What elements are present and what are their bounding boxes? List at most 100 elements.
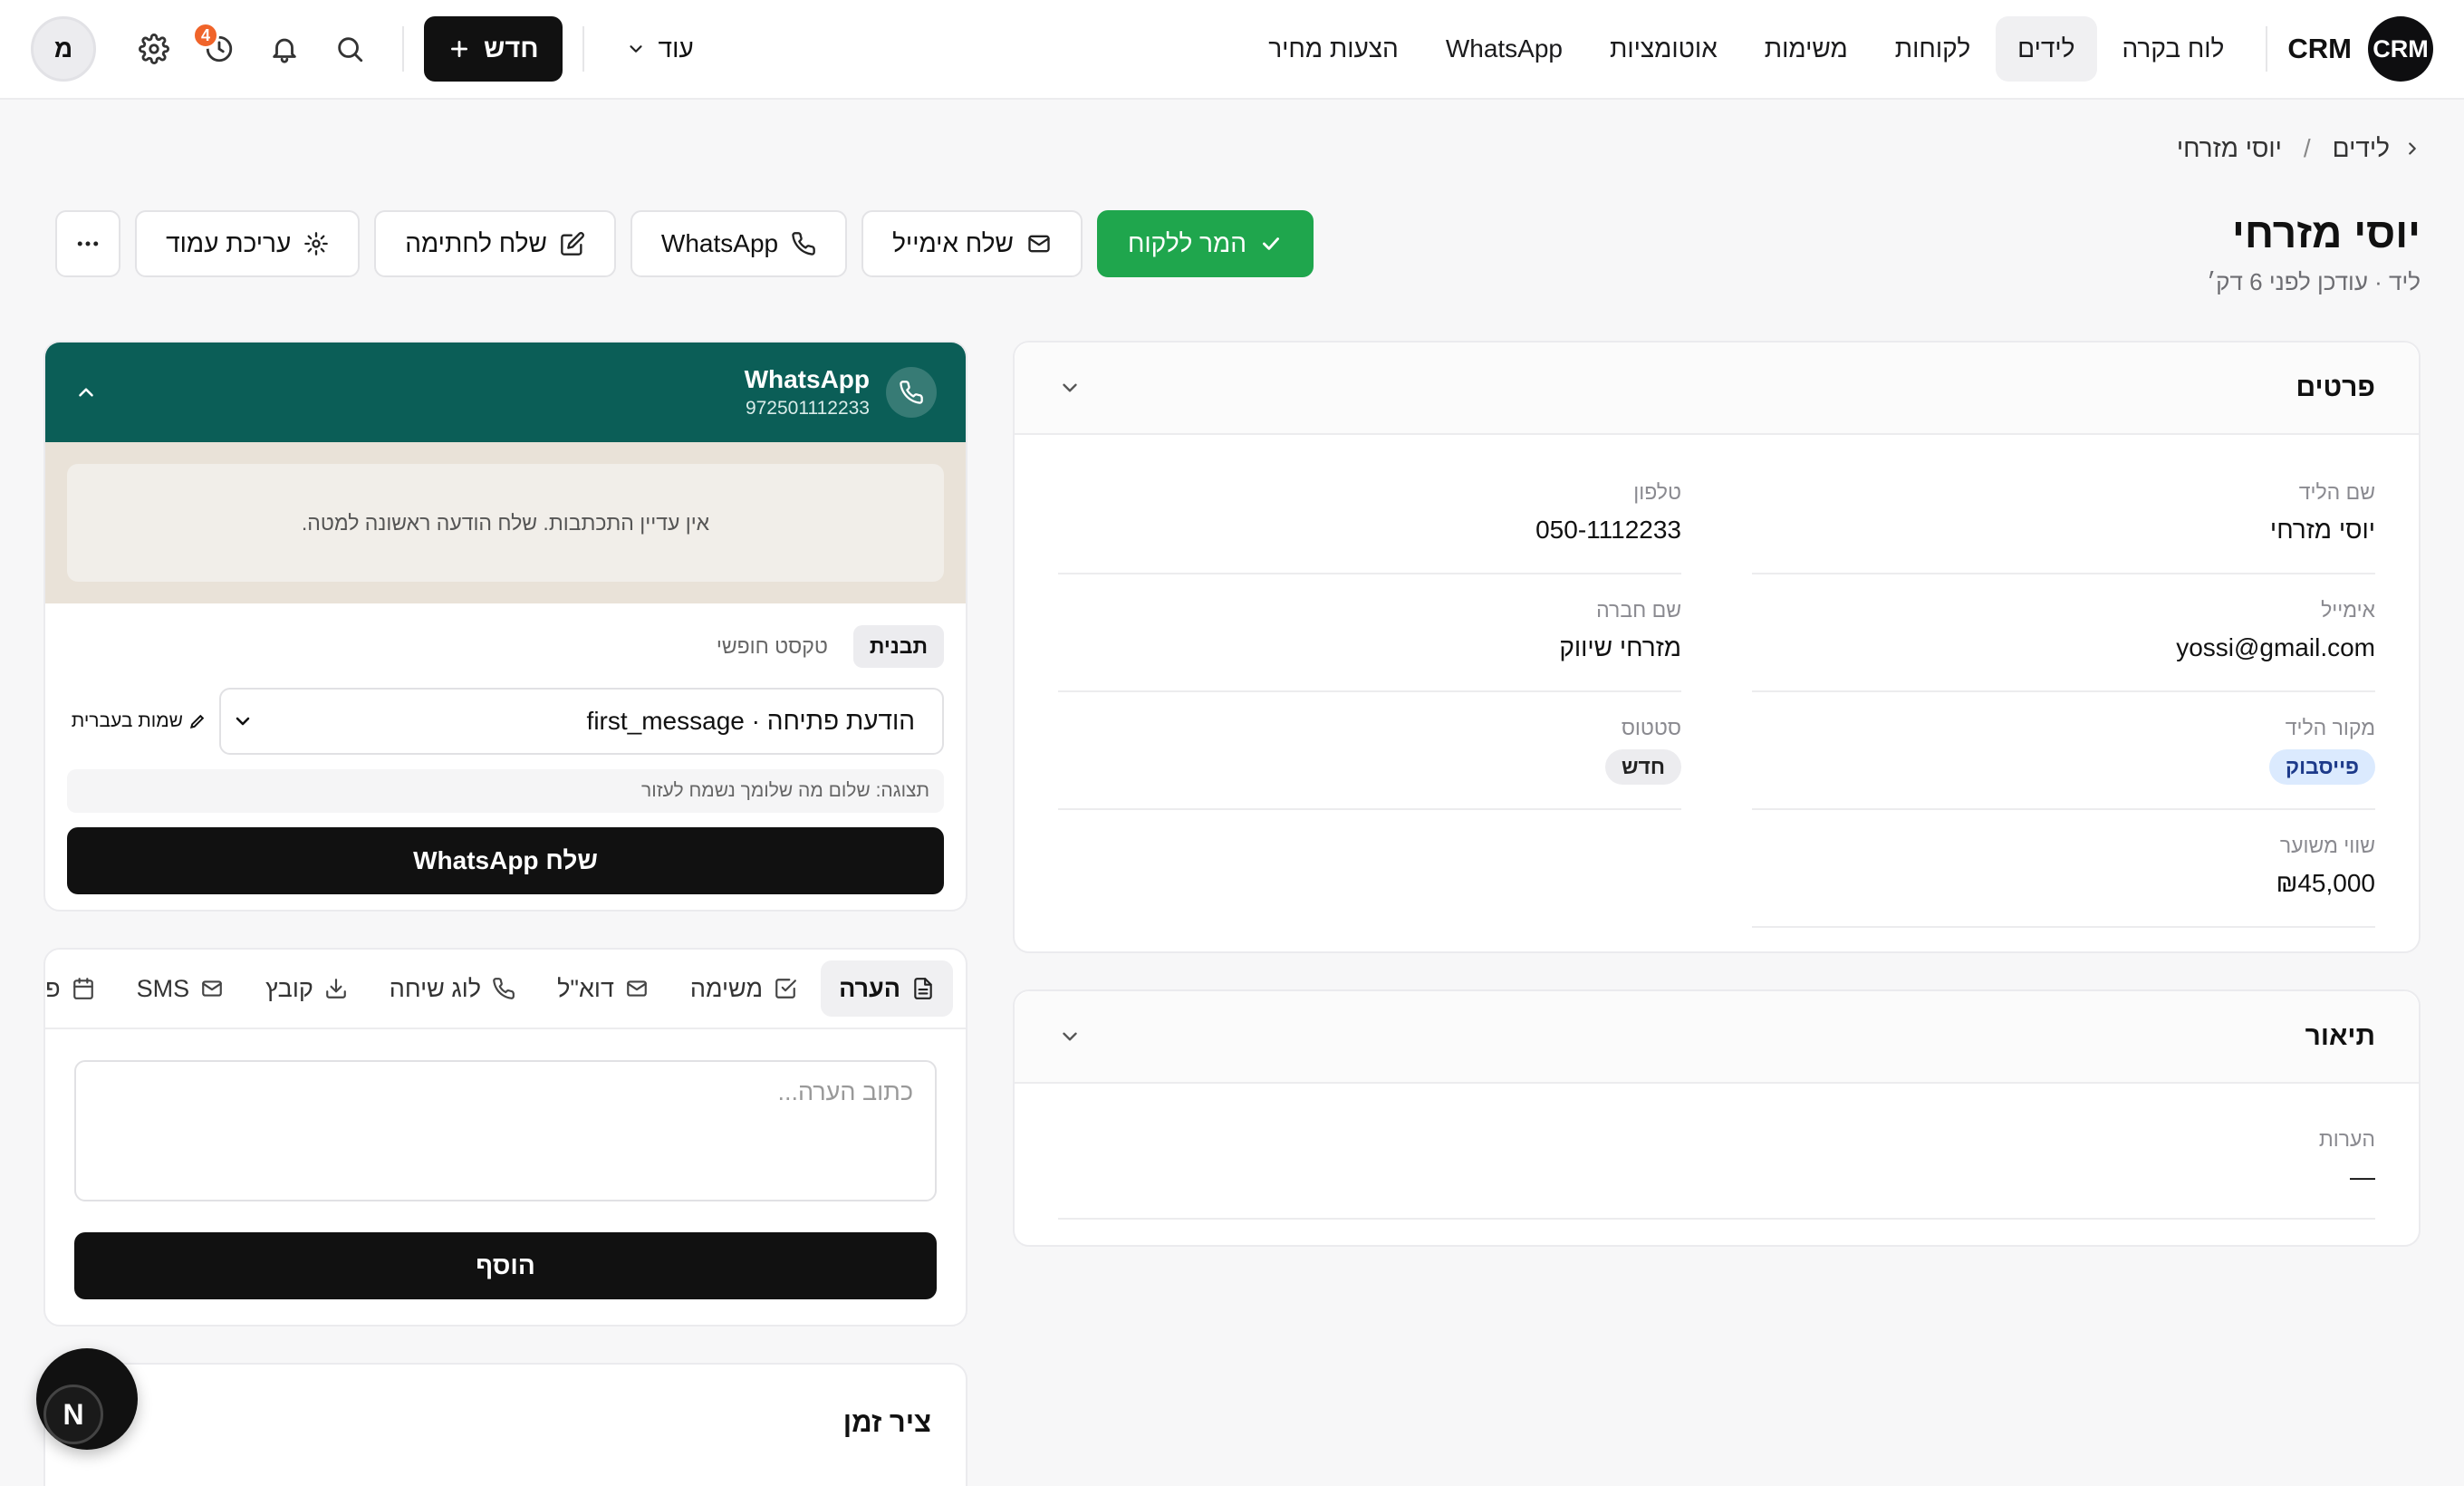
tab-meeting[interactable]: פגישה [45,960,113,1017]
phone-icon [492,977,515,1000]
gear-icon [303,231,329,256]
send-for-signature-button[interactable]: שלח לחתימה [374,210,616,277]
field-value[interactable]: מזרחי שיווק [1058,633,1681,662]
tab-label: הערה [839,974,900,1002]
more-actions-button[interactable] [55,210,121,277]
chevron-down-icon[interactable] [1058,376,1082,400]
tab-sms[interactable]: SMS [119,960,243,1017]
tab-note[interactable]: הערה [821,960,953,1017]
edit-page-label: עריכת עמוד [166,229,292,257]
checkbox-icon [774,977,797,1000]
field-value[interactable]: יוסי מזרחי [1752,516,2375,545]
sign-label: שלח לחתימה [405,229,547,257]
description-card-header[interactable]: תיאור [1015,991,2419,1084]
page-header: יוסי מזרחי ליד · עודכן לפני 6 דק׳ [2207,208,2421,296]
note-input[interactable]: כתוב הערה... [74,1060,937,1201]
mode-free-text-button[interactable]: טקסט חופשי [700,625,844,668]
field-status: סטטוס חדש [1058,692,1681,810]
main-nav: לוח בקרה לידים לקוחות משימות אוטומציות W… [1246,16,2246,82]
tab-label: פגישה [45,974,61,1002]
field-estimated-value: שווי משוער ₪45,000 [1752,810,2375,928]
phone-icon [886,367,937,418]
convert-to-customer-button[interactable]: המר ללקוח [1096,210,1314,277]
status-badge[interactable]: חדש [1604,749,1681,785]
nav-customers[interactable]: לקוחות [1873,16,1992,82]
dev-tools-icon[interactable]: N [43,1385,103,1444]
convert-label: המר ללקוח [1127,229,1246,257]
description-body: הערות — [1015,1084,2419,1220]
nav-tasks[interactable]: משימות [1743,16,1870,82]
nav-quotes[interactable]: הצעות מחיר [1246,16,1420,82]
page-subtitle: ליד · עודכן לפני 6 דק׳ [2207,268,2421,295]
whatsapp-chat: אין עדיין התכתבות. שלח הודעה ראשונה למטה… [45,442,966,603]
field-label: שווי משוער [2279,834,2375,857]
details-fields: שם הליד יוסי מזרחי טלפון 050-1112233 אימ… [1015,435,2419,928]
brand-name: CRM [2287,33,2352,64]
nav-automations[interactable]: אוטומציות [1588,16,1739,82]
whatsapp-header: WhatsApp 972501112233 [45,343,966,442]
mail-icon [625,977,649,1000]
tab-label: לוג שיחה [389,974,482,1002]
field-label: שם הליד [2298,480,2375,504]
settings-button[interactable] [121,16,187,82]
tab-file[interactable]: קובץ [247,960,366,1017]
whatsapp-label: WhatsApp [660,229,779,257]
field-value[interactable]: 050-1112233 [1058,516,1681,545]
field-label: סטטוס [1621,716,1681,739]
template-preview: תצוגה: שלום מה שלומך נשמח לעזור [67,769,944,813]
mode-template-button[interactable]: תבנית [852,625,944,668]
more-menu[interactable]: עוד [604,16,716,82]
field-lead-name: שם הליד יוסי מזרחי [1752,457,2375,574]
hebrew-names-label: שמות בעברית [71,710,183,731]
tab-task[interactable]: משימה [672,960,815,1017]
send-whatsapp-button[interactable]: שלח WhatsApp [67,827,944,894]
breadcrumb-separator: / [2303,134,2311,162]
field-label: אימייל [2321,598,2375,622]
nav-dashboard[interactable]: לוח בקרה [2101,16,2247,82]
divider [2266,26,2268,72]
field-value[interactable]: yossi@gmail.com [1752,633,2375,662]
tab-call-log[interactable]: לוג שיחה [371,960,534,1017]
nav-leads[interactable]: לידים [1996,16,2097,82]
field-value[interactable]: ₪45,000 [1752,869,2375,898]
chevron-down-icon [626,39,646,59]
source-badge[interactable]: פייסבוק [2269,749,2375,785]
send-email-button[interactable]: שלח אימייל [861,210,1083,277]
field-phone: טלפון 050-1112233 [1058,457,1681,574]
field-value[interactable]: — [1058,1163,2375,1192]
divider [402,26,404,72]
activity-button[interactable]: 4 [187,16,252,82]
empty-chat-message: אין עדיין התכתבות. שלח הודעה ראשונה למטה… [67,464,944,582]
brand[interactable]: CRM CRM [2287,16,2433,82]
floating-action-button[interactable]: N [36,1348,138,1450]
search-icon [334,34,365,64]
chevron-up-icon[interactable] [74,381,98,404]
details-card-header[interactable]: פרטים [1015,343,2419,435]
template-select[interactable]: הודעת פתיחה · first_message [219,688,944,755]
add-note-button[interactable]: הוסף [74,1232,937,1299]
new-button[interactable]: חדש [424,16,563,82]
field-email: אימייל yossi@gmail.com [1752,574,2375,692]
notifications-button[interactable] [252,16,317,82]
template-value: הודעת פתיחה · first_message [586,707,915,735]
breadcrumb-current: יוסי מזרחי [2176,134,2282,162]
divider [582,26,584,72]
breadcrumb-parent[interactable]: לידים [2333,134,2390,163]
field-company: שם חברה מזרחי שיווק [1058,574,1681,692]
search-button[interactable] [317,16,382,82]
edit-page-button[interactable]: עריכת עמוד [135,210,361,277]
mode-toggle: תבנית טקסט חופשי [67,625,944,668]
activity-tabs: הערה משימה דוא"ל לוג שיחה קובץ SMS פ [45,950,966,1029]
field-empty [1058,810,1681,928]
pencil-icon [188,712,207,730]
tab-label: דוא"ל [557,974,614,1002]
hebrew-names-toggle[interactable]: שמות בעברית [72,710,207,732]
check-icon [1259,232,1283,256]
more-horizontal-icon [74,230,101,257]
template-row: הודעת פתיחה · first_message שמות בעברית [67,688,944,755]
chevron-down-icon[interactable] [1058,1025,1082,1048]
avatar[interactable]: מ [31,16,96,82]
whatsapp-button[interactable]: WhatsApp [630,210,848,277]
nav-whatsapp[interactable]: WhatsApp [1424,16,1584,82]
tab-email[interactable]: דוא"ל [539,960,667,1017]
